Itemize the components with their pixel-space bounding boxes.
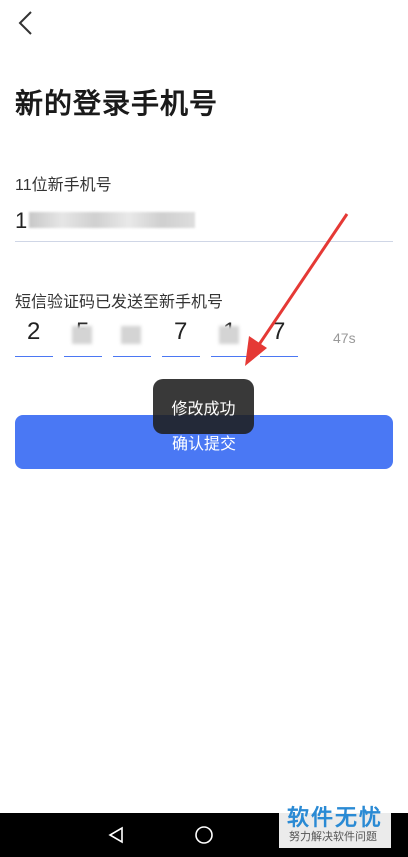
code-digit-4[interactable]: 7 (162, 316, 200, 357)
digit-redaction (121, 326, 141, 344)
code-digit-text: 7 (272, 318, 286, 345)
code-digit-1[interactable]: 2 (15, 316, 53, 357)
digit-redaction (219, 326, 239, 344)
code-digit-text: 7 (174, 318, 188, 345)
circle-home-icon (195, 826, 213, 844)
sms-label: 短信验证码已发送至新手机号 (15, 294, 224, 311)
phone-value-redacted (29, 212, 195, 228)
phone-input[interactable]: 1 (15, 198, 393, 242)
phone-value-prefix: 1 (15, 208, 28, 233)
digit-redaction (72, 326, 92, 344)
watermark: 软件无忧 努力解决软件问题 (279, 798, 391, 848)
nav-back-button[interactable] (102, 821, 130, 849)
page-title: 新的登录手机号 (15, 88, 219, 119)
triangle-back-icon (108, 826, 123, 844)
resend-countdown: 47s (333, 330, 356, 346)
code-digit-6[interactable]: 7 (260, 316, 298, 357)
toast-message: 修改成功 (153, 379, 254, 434)
code-digit-3[interactable] (113, 316, 151, 357)
code-digit-text: 2 (27, 318, 41, 345)
chevron-left-icon (18, 11, 32, 35)
back-button[interactable] (10, 8, 40, 38)
code-digit-2[interactable]: 5 (64, 316, 102, 357)
phone-label: 11位新手机号 (15, 177, 112, 194)
watermark-subtitle: 努力解决软件问题 (289, 831, 377, 843)
code-digit-5[interactable]: 1 (211, 316, 249, 357)
nav-home-button[interactable] (190, 821, 218, 849)
